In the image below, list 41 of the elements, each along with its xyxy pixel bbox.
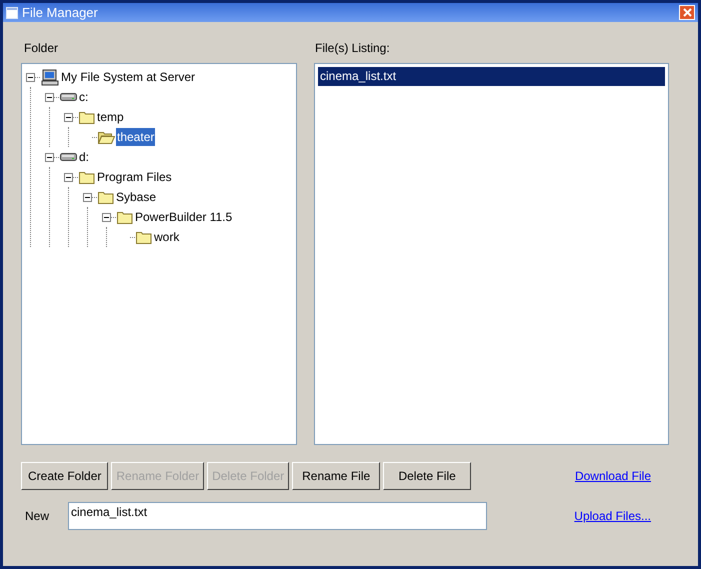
- window-title: File Manager: [22, 4, 98, 22]
- window-icon: [6, 6, 18, 18]
- tree-item[interactable]: temp: [96, 108, 125, 126]
- tree-item[interactable]: work: [153, 228, 180, 246]
- computer-icon: [41, 68, 59, 86]
- collapse-icon[interactable]: [64, 112, 73, 122]
- download-link[interactable]: Download File: [574, 467, 651, 485]
- tree-item[interactable]: c:: [78, 88, 90, 106]
- tree-item[interactable]: My File System at Server: [60, 68, 196, 86]
- upload-link[interactable]: Upload Files...: [574, 507, 651, 525]
- collapse-icon[interactable]: [64, 172, 73, 182]
- folder-icon: [98, 190, 114, 204]
- panel-label: Folder: [24, 40, 58, 57]
- open-folder-icon: [98, 130, 115, 144]
- action-button[interactable]: Create Folder: [21, 462, 108, 490]
- drive-icon: [60, 93, 77, 101]
- close-button[interactable]: [679, 5, 695, 20]
- file-list[interactable]: cinema_list.txt: [314, 63, 669, 445]
- close-icon: [682, 8, 692, 17]
- field-label: New: [24, 508, 50, 525]
- collapse-icon[interactable]: [45, 92, 54, 102]
- file-item[interactable]: cinema_list.txt: [318, 67, 665, 86]
- folder-icon: [79, 110, 95, 124]
- tree-item[interactable]: theater: [116, 128, 156, 146]
- action-button[interactable]: Delete File: [383, 462, 472, 490]
- tree-item[interactable]: d:: [78, 148, 90, 166]
- drive-icon: [60, 153, 77, 161]
- collapse-icon[interactable]: [102, 212, 111, 222]
- collapse-icon[interactable]: [26, 72, 35, 82]
- folder-tree[interactable]: My File System at Server c: temp theater d: Program Files Sybase PowerBuilder 11.5 work: [21, 63, 297, 445]
- collapse-icon[interactable]: [45, 152, 54, 162]
- folder-icon: [79, 170, 95, 184]
- tree-item[interactable]: Sybase: [115, 188, 158, 206]
- tree-item[interactable]: PowerBuilder 11.5: [134, 208, 234, 226]
- folder-icon: [117, 210, 133, 224]
- collapse-icon[interactable]: [83, 192, 92, 202]
- panel-label: File(s) Listing:: [315, 40, 390, 57]
- action-button[interactable]: Rename File: [292, 462, 380, 490]
- tree-item[interactable]: Program Files: [96, 168, 173, 186]
- folder-icon: [136, 230, 152, 244]
- name-field[interactable]: cinema_list.txt: [68, 502, 487, 530]
